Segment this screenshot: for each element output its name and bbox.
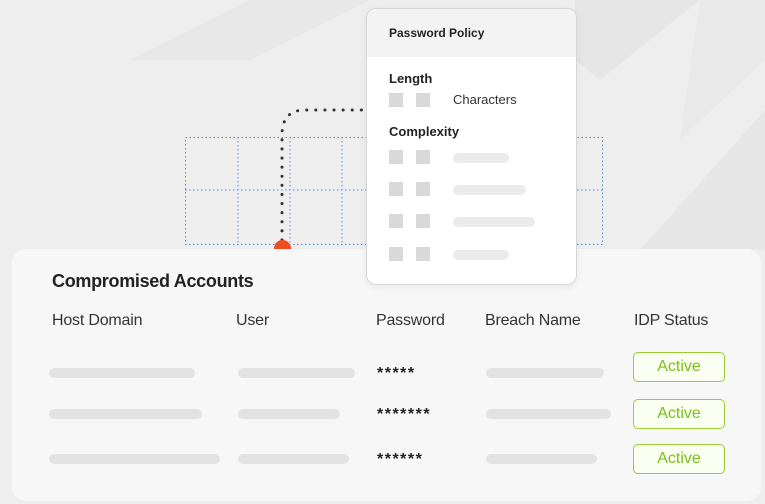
status-badge[interactable]: Active [633, 352, 725, 382]
password-masked: ****** [377, 451, 424, 468]
complexity-check [389, 214, 403, 228]
breach-name-placeholder [486, 409, 611, 419]
complexity-label: Complexity [389, 124, 460, 139]
complexity-check [389, 150, 403, 164]
column-header-idp-status: IDP Status [634, 312, 709, 329]
host-domain-placeholder [49, 454, 220, 464]
complexity-check [389, 182, 403, 196]
compromised-accounts-card: Compromised Accounts Host Domain User Pa… [12, 249, 761, 501]
complexity-rule-placeholder [453, 217, 535, 227]
complexity-check [416, 150, 430, 164]
breach-name-placeholder [486, 454, 597, 464]
complexity-rule-placeholder [453, 185, 526, 195]
length-digit-1 [389, 93, 403, 107]
user-placeholder [238, 368, 355, 378]
complexity-check [389, 247, 403, 261]
column-header-password: Password [376, 312, 445, 329]
complexity-rule-placeholder [453, 153, 509, 163]
password-masked: ***** [377, 365, 416, 382]
length-label: Length [389, 71, 433, 86]
column-header-host-domain: Host Domain [52, 312, 143, 329]
complexity-rule-placeholder [453, 250, 509, 260]
user-placeholder [238, 409, 340, 419]
status-badge[interactable]: Active [633, 399, 725, 429]
column-header-breach-name: Breach Name [485, 312, 581, 329]
status-badge[interactable]: Active [633, 444, 725, 474]
characters-label: Characters [453, 92, 517, 107]
complexity-check [416, 182, 430, 196]
user-placeholder [238, 454, 349, 464]
host-domain-placeholder [49, 368, 195, 378]
password-masked: ******* [377, 406, 432, 423]
complexity-check [416, 214, 430, 228]
complexity-check [416, 247, 430, 261]
breach-name-placeholder [486, 368, 604, 378]
password-policy-panel: Password Policy Length Characters Comple… [366, 8, 577, 285]
length-digit-2 [416, 93, 430, 107]
card-title: Compromised Accounts [52, 271, 254, 291]
column-header-user: User [236, 312, 269, 329]
host-domain-placeholder [49, 409, 202, 419]
policy-title: Password Policy [367, 9, 576, 57]
